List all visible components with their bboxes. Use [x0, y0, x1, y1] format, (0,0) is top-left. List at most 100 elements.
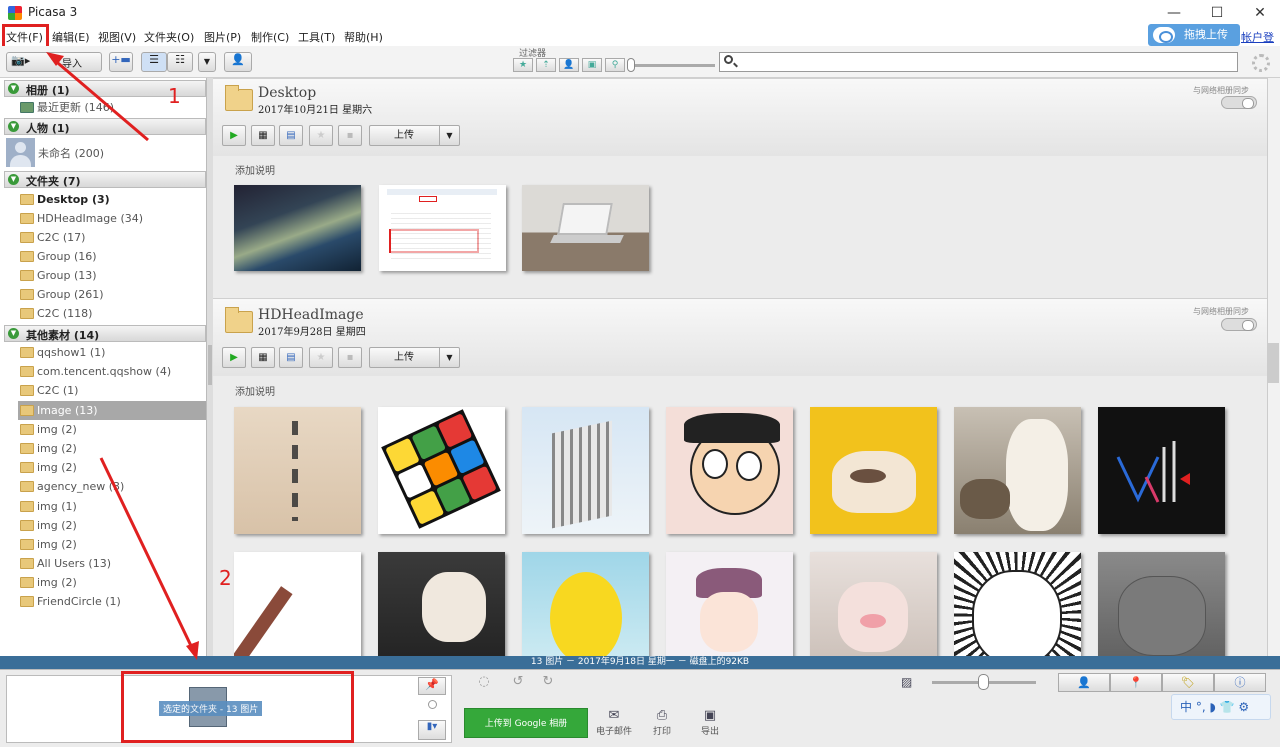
album-upload-button[interactable]: 上传 ▼ [369, 347, 460, 368]
menu-edit[interactable]: 编辑(E) [52, 29, 90, 45]
export-button[interactable]: ▣ 导出 [688, 708, 732, 737]
album-upload-button[interactable]: 上传 ▼ [369, 125, 460, 146]
movie-button[interactable]: ▤ [279, 347, 303, 368]
clear-selection-button[interactable] [428, 700, 437, 709]
drag-upload-button[interactable]: 拖拽上传 [1148, 24, 1240, 46]
sync-toggle[interactable] [1221, 96, 1257, 109]
filter-slider-knob[interactable] [627, 58, 635, 72]
photo-thumbnail[interactable] [666, 407, 793, 534]
tree-view-button[interactable]: ☷ [167, 52, 193, 72]
filter-geo-button[interactable]: ⚲ [605, 58, 625, 72]
folder-item[interactable]: img (2) [18, 535, 206, 554]
folder-item[interactable]: Group (261) [18, 285, 206, 304]
person-unnamed[interactable]: 未命名 (200) [18, 144, 206, 163]
photo-thumbnail[interactable] [522, 407, 649, 534]
folder-item[interactable]: HDHeadImage (34) [18, 209, 206, 228]
photo-thumbnail[interactable] [234, 185, 361, 271]
upload-to-google-button[interactable]: 上传到 Google 相册 [464, 708, 588, 738]
photo-thumbnail[interactable] [954, 552, 1081, 656]
photo-thumbnail[interactable] [810, 552, 937, 656]
folder-item[interactable]: Group (16) [18, 247, 206, 266]
photo-thumbnail[interactable] [1098, 407, 1225, 534]
menu-help[interactable]: 帮助(H) [344, 29, 383, 45]
menu-create[interactable]: 制作(C) [251, 29, 289, 45]
photo-thumbnail[interactable] [522, 552, 649, 656]
photo-thumbnail[interactable] [666, 552, 793, 656]
photo-thumbnail[interactable] [1098, 552, 1225, 656]
slideshow-button[interactable]: ▶ [222, 347, 246, 368]
share-button[interactable]: ◌ [473, 674, 495, 692]
menu-picture[interactable]: 图片(P) [204, 29, 241, 45]
album-title[interactable]: HDHeadImage [258, 307, 364, 323]
menu-folder[interactable]: 文件夹(O) [144, 29, 194, 45]
folder-item[interactable]: qqshow1 (1) [18, 343, 206, 362]
collage-button[interactable]: ▦ [251, 347, 275, 368]
minimize-button[interactable]: — [1160, 4, 1188, 22]
people-panel-button[interactable]: 👤 [1058, 673, 1110, 692]
tags-panel-button[interactable]: 🏷 [1162, 673, 1214, 692]
rotate-left-button[interactable]: ↺ [507, 674, 529, 692]
filter-person-button[interactable]: 👤 [559, 58, 579, 72]
filter-upload-button[interactable]: ⇡ [536, 58, 556, 72]
add-to-album-button[interactable]: ▮▾ [418, 720, 446, 740]
star-button[interactable]: ★ [309, 125, 333, 146]
folder-item[interactable]: img (2) [18, 420, 206, 439]
folder-item[interactable]: Desktop (3) [18, 190, 206, 209]
star-button[interactable]: ★ [309, 347, 333, 368]
folder-item[interactable]: img (2) [18, 516, 206, 535]
add-caption-link[interactable]: 添加说明 [235, 162, 275, 177]
hold-pin-button[interactable]: 📌 [418, 677, 446, 695]
people-view-button[interactable]: 👤 [224, 52, 252, 72]
photo-thumbnail[interactable] [954, 407, 1081, 534]
folder-item-selected[interactable]: Image (13) [18, 401, 206, 420]
folder-item[interactable]: img (2) [18, 573, 206, 592]
photo-thumbnail[interactable] [378, 407, 505, 534]
places-panel-button[interactable]: 📍 [1110, 673, 1162, 692]
movie-button[interactable]: ▤ [279, 125, 303, 146]
folder-item[interactable]: C2C (17) [18, 228, 206, 247]
ime-toolbar[interactable]: 中 °, ◗ 👕 ⚙ [1171, 694, 1271, 720]
search-input[interactable] [719, 52, 1238, 72]
photo-thumbnail[interactable] [810, 407, 937, 534]
person-avatar[interactable] [6, 138, 35, 167]
photo-thumbnail[interactable] [379, 185, 506, 271]
folder-item[interactable]: C2C (1) [18, 381, 206, 400]
photo-thumbnail[interactable] [234, 552, 361, 656]
sync-toggle[interactable] [1221, 318, 1257, 331]
add-caption-link[interactable]: 添加说明 [235, 383, 275, 398]
maximize-button[interactable]: ☐ [1203, 4, 1231, 22]
email-button[interactable]: ✉ 电子邮件 [592, 708, 636, 737]
import-button[interactable]: 📷▸ 导入 [6, 52, 102, 72]
close-button[interactable]: ✕ [1246, 4, 1274, 22]
properties-panel-button[interactable]: ⓘ [1214, 673, 1266, 692]
folder-item[interactable]: agency_new (3) [18, 477, 206, 496]
collage-button[interactable]: ▦ [251, 125, 275, 146]
filter-movie-button[interactable]: ▣ [582, 58, 602, 72]
slideshow-button[interactable]: ▶ [222, 125, 246, 146]
menu-tools[interactable]: 工具(T) [298, 29, 335, 45]
rotate-right-button[interactable]: ↻ [537, 674, 559, 692]
add-album-button[interactable]: +▬ [109, 52, 133, 72]
folder-item[interactable]: com.tencent.qqshow (4) [18, 362, 206, 381]
folder-item[interactable]: Group (13) [18, 266, 206, 285]
photo-thumbnail[interactable] [378, 552, 505, 656]
scrollbar-thumb[interactable] [1268, 343, 1279, 383]
photo-thumbnail[interactable] [234, 407, 361, 534]
folder-item[interactable]: img (2) [18, 458, 206, 477]
filter-star-button[interactable]: ★ [513, 58, 533, 72]
thumbnail-size-knob[interactable] [978, 674, 989, 690]
save-button[interactable]: ▪ [338, 347, 362, 368]
section-folders[interactable]: ▼ 文件夹 (7) [4, 171, 206, 188]
folder-item[interactable]: FriendCircle (1) [18, 592, 206, 611]
save-button[interactable]: ▪ [338, 125, 362, 146]
folder-item[interactable]: All Users (13) [18, 554, 206, 573]
album-title[interactable]: Desktop [258, 85, 316, 101]
print-button[interactable]: ⎙ 打印 [640, 708, 684, 737]
menu-view[interactable]: 视图(V) [98, 29, 136, 45]
folder-item[interactable]: C2C (118) [18, 304, 206, 323]
section-other[interactable]: ▼ 其他素材 (14) [4, 325, 206, 342]
folder-item[interactable]: img (2) [18, 439, 206, 458]
section-people[interactable]: ▼ 人物 (1) [4, 118, 206, 135]
filter-date-slider[interactable] [627, 64, 715, 67]
view-dropdown-button[interactable]: ▼ [198, 52, 216, 72]
